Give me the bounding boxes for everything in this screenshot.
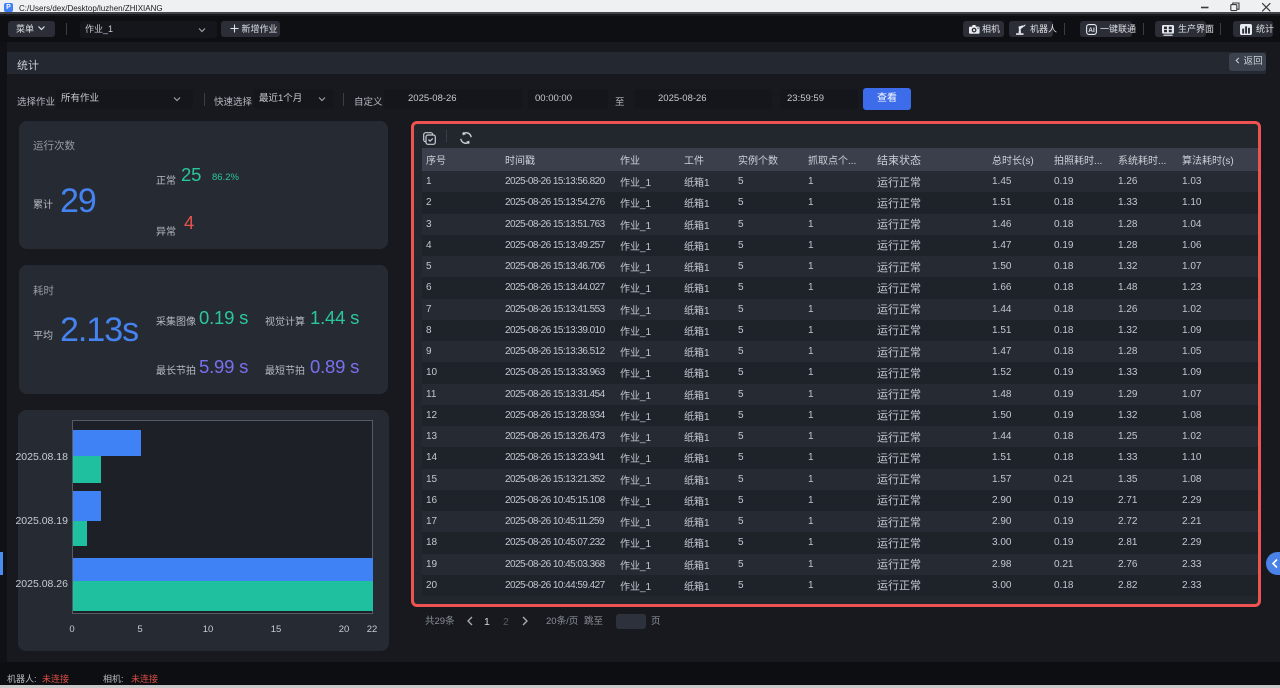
svg-text:AI: AI [1088,27,1095,34]
